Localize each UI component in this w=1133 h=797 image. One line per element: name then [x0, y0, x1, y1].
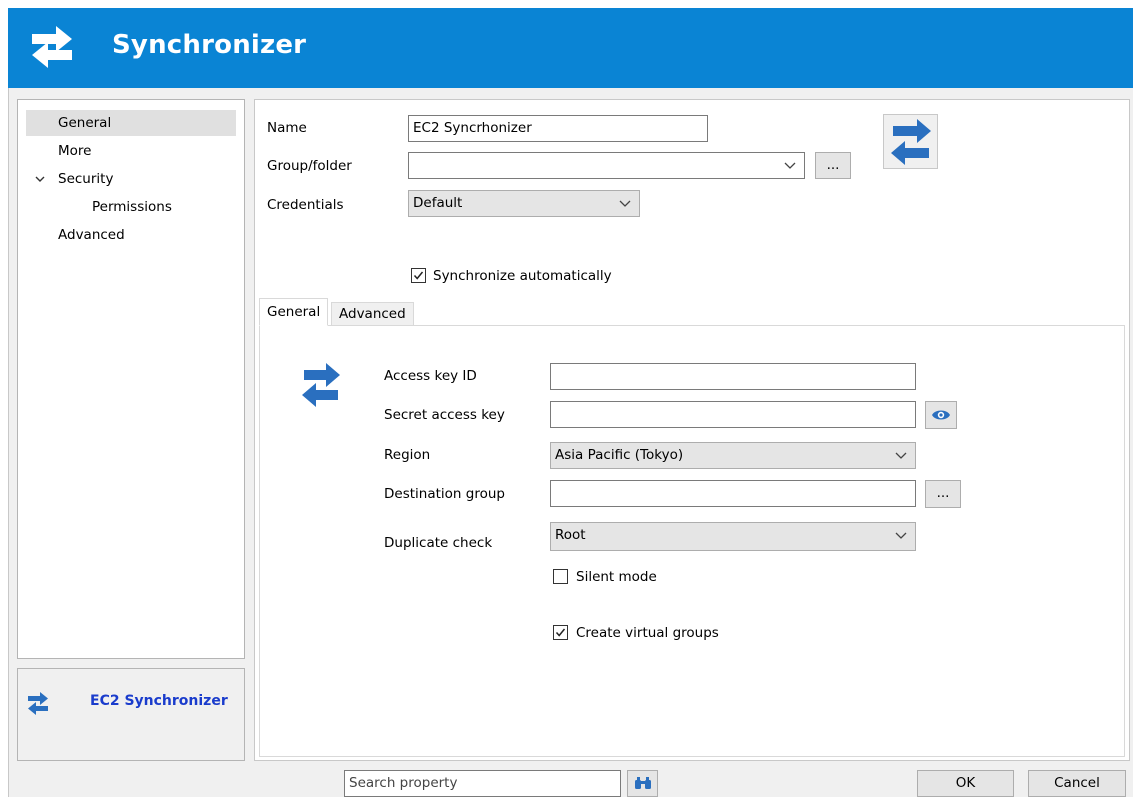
- sync-arrows-icon: [28, 692, 48, 715]
- binoculars-icon: [634, 777, 651, 789]
- destination-group-field[interactable]: [550, 480, 916, 507]
- object-info-panel: EC2 Synchronizer: [17, 668, 245, 761]
- name-label: Name: [267, 120, 307, 136]
- object-name: EC2 Synchronizer: [90, 693, 228, 709]
- silent-mode-checkbox[interactable]: [553, 569, 568, 584]
- title-bar: Synchronizer: [8, 8, 1133, 88]
- create-virtual-groups-checkbox[interactable]: [553, 625, 568, 640]
- access-key-field[interactable]: [550, 363, 916, 390]
- nav-item-label: Permissions: [92, 199, 172, 215]
- nav-item-more[interactable]: More: [26, 138, 236, 164]
- credentials-value: Default: [413, 195, 463, 211]
- chevron-down-icon: [895, 532, 907, 539]
- region-value: Asia Pacific (Tokyo): [555, 447, 684, 463]
- secret-key-label: Secret access key: [384, 407, 505, 423]
- nav-item-label: General: [58, 115, 112, 131]
- region-label: Region: [384, 447, 431, 463]
- duplicate-check-combo[interactable]: Root: [550, 522, 916, 551]
- access-key-label: Access key ID: [384, 368, 477, 384]
- silent-mode-label: Silent mode: [576, 569, 657, 585]
- credentials-combo[interactable]: Default: [408, 190, 640, 217]
- checkmark-icon: [555, 628, 566, 637]
- chevron-down-icon[interactable]: [34, 166, 46, 192]
- credentials-label: Credentials: [267, 197, 344, 213]
- nav-item-label: Security: [58, 171, 114, 187]
- group-folder-label: Group/folder: [267, 158, 352, 174]
- duplicate-check-value: Root: [555, 527, 586, 543]
- sync-arrows-icon: [302, 363, 340, 407]
- nav-item-general[interactable]: General: [26, 110, 236, 136]
- cancel-button[interactable]: Cancel: [1028, 770, 1126, 797]
- sync-auto-label: Synchronize automatically: [433, 268, 612, 284]
- chevron-down-icon: [619, 200, 631, 207]
- name-field[interactable]: EC2 Syncrhonizer: [408, 115, 708, 142]
- sync-auto-checkbox[interactable]: [411, 268, 426, 283]
- destination-group-label: Destination group: [384, 486, 505, 502]
- checkmark-icon: [413, 271, 424, 280]
- destination-browse-button[interactable]: ...: [925, 480, 961, 508]
- sync-arrows-icon: [32, 26, 72, 68]
- tab-advanced[interactable]: Advanced: [331, 302, 414, 326]
- search-property-input[interactable]: Search property: [344, 770, 621, 797]
- find-button[interactable]: [627, 770, 658, 797]
- duplicate-check-label: Duplicate check: [384, 535, 493, 551]
- nav-item-label: More: [58, 143, 92, 159]
- chevron-down-icon: [784, 162, 796, 169]
- secret-key-field[interactable]: [550, 401, 916, 428]
- ok-button[interactable]: OK: [917, 770, 1014, 797]
- chevron-down-icon: [895, 452, 907, 459]
- eye-icon: [932, 410, 950, 420]
- window-title: Synchronizer: [112, 30, 307, 60]
- group-folder-combo[interactable]: [408, 152, 805, 179]
- nav-item-advanced[interactable]: Advanced: [26, 222, 236, 248]
- region-combo[interactable]: Asia Pacific (Tokyo): [550, 442, 916, 469]
- nav-item-label: Advanced: [58, 227, 125, 243]
- tab-general[interactable]: General: [259, 298, 329, 326]
- nav-tree: General More Security Permissions Advanc…: [17, 99, 245, 659]
- synchronizer-large-icon: [883, 114, 938, 169]
- create-virtual-groups-label: Create virtual groups: [576, 625, 719, 641]
- group-browse-button[interactable]: ...: [815, 152, 851, 179]
- nav-item-permissions[interactable]: Permissions: [26, 194, 236, 220]
- nav-item-security[interactable]: Security: [26, 166, 236, 192]
- show-secret-button[interactable]: [925, 401, 957, 429]
